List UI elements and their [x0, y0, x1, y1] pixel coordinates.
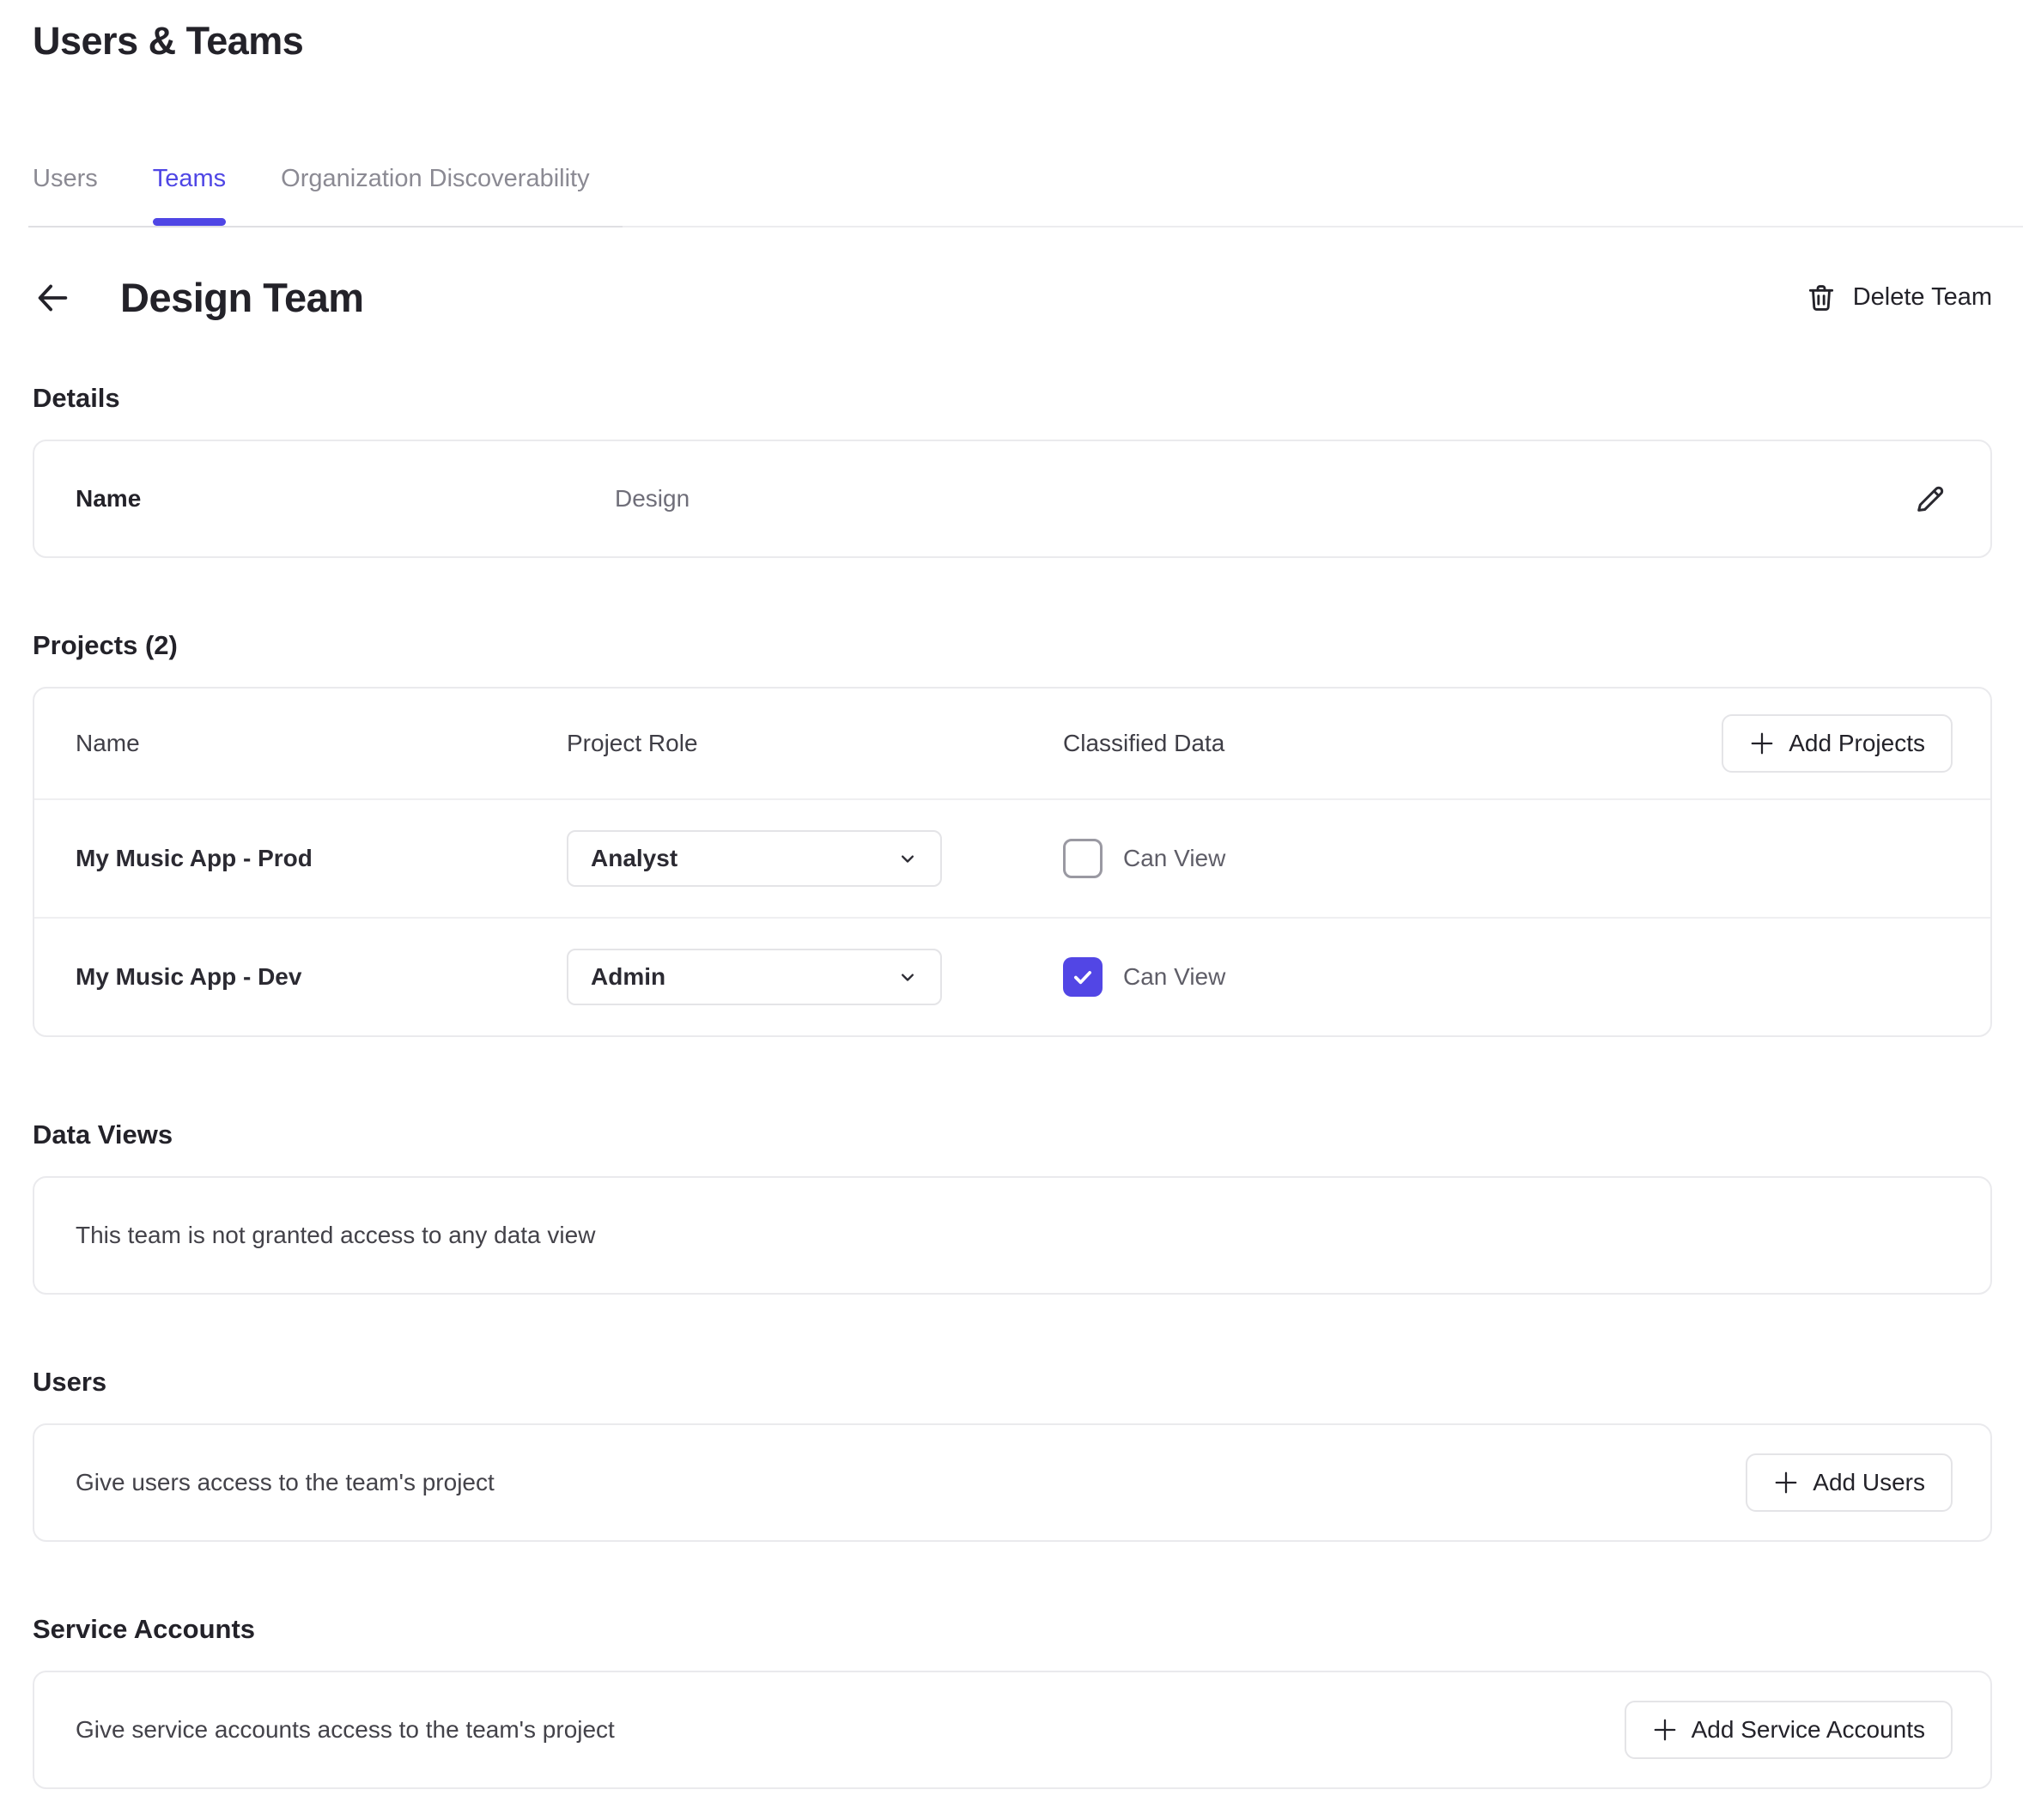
users-heading: Users [33, 1367, 1992, 1398]
service-accounts-card: Give service accounts access to the team… [33, 1671, 1992, 1789]
classified-data-cell: Can View [1063, 957, 1953, 997]
data-views-empty-text: This team is not granted access to any d… [76, 1222, 595, 1249]
tabs-divider-accent [28, 226, 623, 228]
project-role-select-prod[interactable]: Analyst [567, 830, 942, 887]
tab-organization-discoverability[interactable]: Organization Discoverability [281, 165, 589, 226]
name-value: Design [615, 485, 690, 513]
page-title: Users & Teams [33, 19, 1992, 64]
projects-table-header: Name Project Role Classified Data Add Pr… [34, 689, 1990, 798]
project-name: My Music App - Dev [76, 963, 567, 991]
add-service-accounts-button[interactable]: Add Service Accounts [1625, 1701, 1953, 1759]
chevron-down-icon [896, 965, 920, 989]
plus-icon [1652, 1717, 1678, 1743]
tab-users-label: Users [33, 165, 98, 192]
arrow-left-icon [33, 278, 72, 318]
users-description: Give users access to the team's project [76, 1469, 495, 1496]
users-teams-page: Users & Teams Users Teams Organization D… [0, 0, 2023, 1789]
can-view-label: Can View [1123, 845, 1225, 872]
service-accounts-heading: Service Accounts [33, 1614, 1992, 1645]
trash-icon [1805, 282, 1838, 314]
tab-bar: Users Teams Organization Discoverability [33, 165, 1992, 226]
tab-teams[interactable]: Teams [153, 165, 226, 226]
tabs-divider [28, 226, 2023, 228]
data-views-empty-row: This team is not granted access to any d… [34, 1178, 1990, 1293]
active-tab-indicator [153, 218, 226, 226]
column-header-project-role: Project Role [567, 730, 1063, 757]
can-view-label: Can View [1123, 963, 1225, 991]
projects-card: Name Project Role Classified Data Add Pr… [33, 687, 1992, 1037]
data-views-card: This team is not granted access to any d… [33, 1176, 1992, 1295]
details-card: Name Design [33, 440, 1992, 558]
add-projects-button[interactable]: Add Projects [1722, 714, 1953, 773]
back-button[interactable] [33, 278, 72, 318]
name-label: Name [76, 485, 615, 513]
classified-data-cell: Can View [1063, 839, 1953, 878]
details-name-row: Name Design [34, 441, 1990, 556]
can-view-checkbox-prod[interactable] [1063, 839, 1103, 878]
project-name: My Music App - Prod [76, 845, 567, 872]
column-header-classified-data: Classified Data [1063, 730, 1722, 757]
team-title: Design Team [120, 274, 364, 321]
column-header-name: Name [76, 730, 567, 757]
add-users-label: Add Users [1813, 1469, 1925, 1496]
project-row-prod: My Music App - Prod Analyst Can View [34, 800, 1990, 917]
project-row-dev: My Music App - Dev Admin Can View [34, 919, 1990, 1035]
add-service-accounts-label: Add Service Accounts [1692, 1716, 1925, 1744]
project-role-select-dev[interactable]: Admin [567, 949, 942, 1005]
project-role-value: Analyst [591, 845, 677, 872]
team-header: Design Team Delete Team [33, 274, 1992, 321]
pencil-icon [1913, 482, 1947, 516]
add-users-button[interactable]: Add Users [1746, 1453, 1953, 1512]
plus-icon [1749, 731, 1775, 756]
data-views-heading: Data Views [33, 1119, 1992, 1150]
details-heading: Details [33, 383, 1992, 414]
tab-organization-discoverability-label: Organization Discoverability [281, 165, 589, 192]
add-projects-label: Add Projects [1789, 730, 1925, 757]
can-view-checkbox-dev[interactable] [1063, 957, 1103, 997]
service-accounts-description: Give service accounts access to the team… [76, 1716, 615, 1744]
project-role-value: Admin [591, 963, 665, 991]
projects-heading: Projects (2) [33, 630, 1992, 661]
chevron-down-icon [896, 846, 920, 871]
tab-users[interactable]: Users [33, 165, 98, 226]
users-card: Give users access to the team's project … [33, 1423, 1992, 1542]
edit-name-button[interactable] [1908, 476, 1953, 521]
delete-team-label: Delete Team [1853, 283, 1992, 312]
users-empty-row: Give users access to the team's project … [34, 1425, 1990, 1540]
service-accounts-empty-row: Give service accounts access to the team… [34, 1672, 1990, 1787]
check-icon [1070, 964, 1096, 990]
plus-icon [1773, 1470, 1799, 1495]
tab-teams-label: Teams [153, 165, 226, 192]
delete-team-button[interactable]: Delete Team [1805, 282, 1992, 314]
